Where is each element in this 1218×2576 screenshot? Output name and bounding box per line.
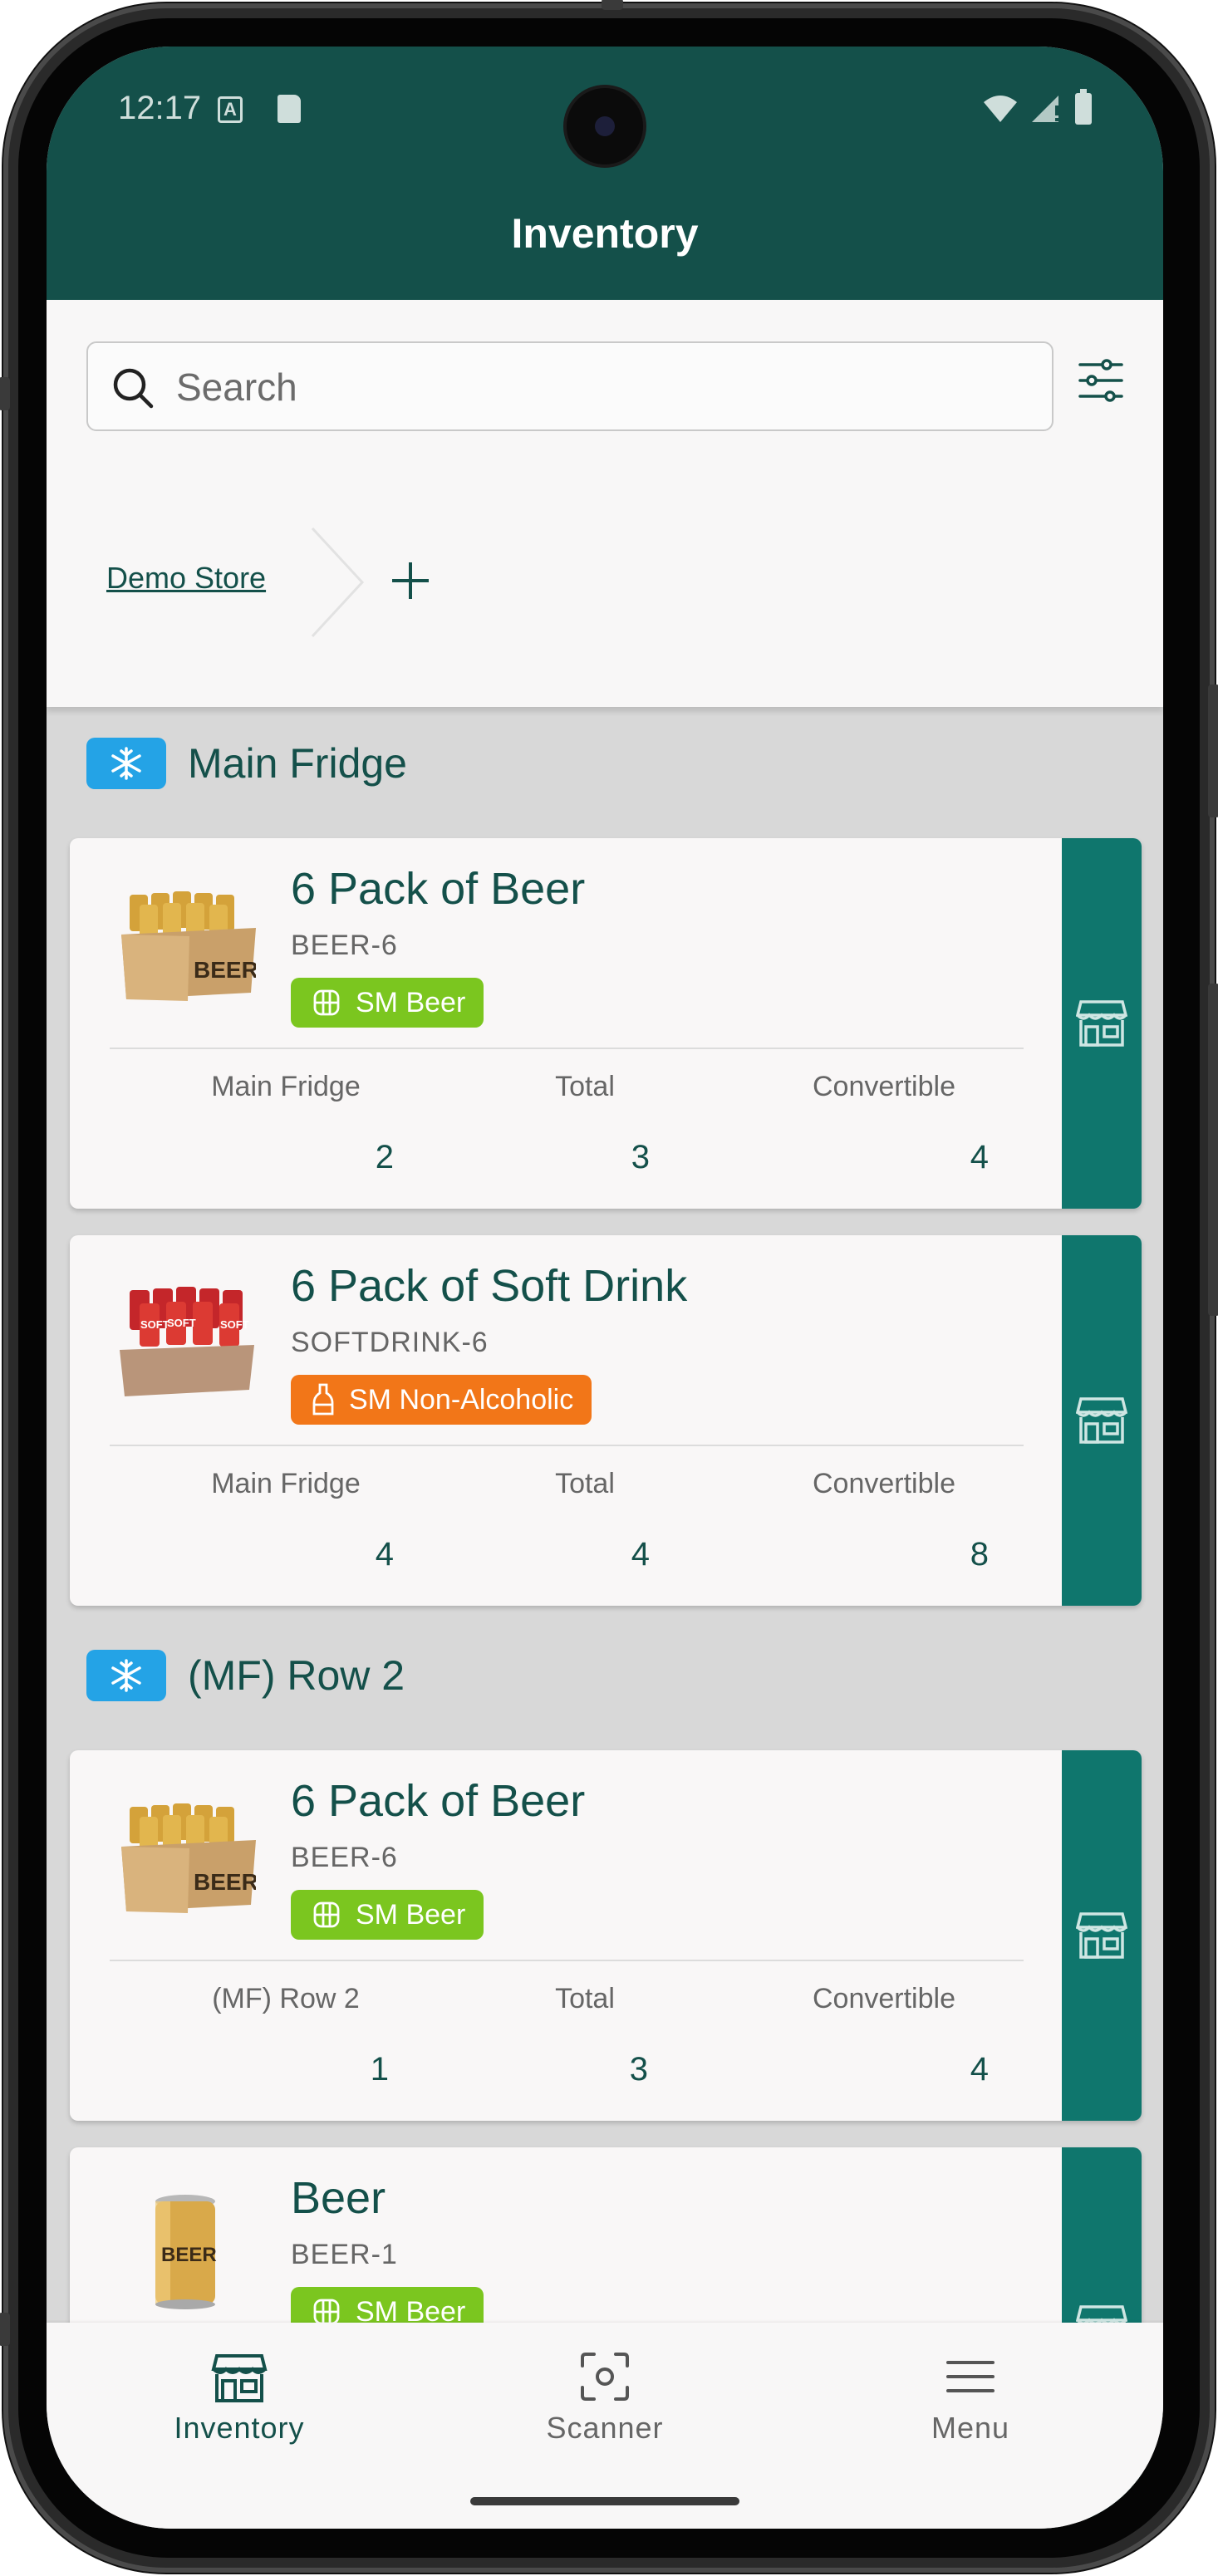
status-time: 12:17 <box>118 90 202 126</box>
stat-value-convertible: 8 <box>970 1536 989 1573</box>
svg-text:BEER: BEER <box>194 957 256 983</box>
a-badge-icon: A <box>218 96 243 123</box>
soft-drink-six-pack-image: SOFTSOFT SOFT <box>120 1287 254 1396</box>
add-location-icon[interactable] <box>387 557 434 604</box>
snowflake-icon <box>86 1650 166 1701</box>
svg-text:SOFT: SOFT <box>167 1317 196 1329</box>
scan-icon <box>581 2353 629 2401</box>
side-button-top <box>0 377 10 410</box>
nav-label: Scanner <box>546 2411 664 2445</box>
stat-label-convertible: Convertible <box>813 1071 955 1102</box>
snowflake-icon <box>86 738 166 789</box>
divider <box>110 1960 1024 1961</box>
globe-icon <box>313 1901 340 1928</box>
stat-value-total: 3 <box>629 2051 648 2088</box>
category-tag: SM Beer <box>291 1890 484 1940</box>
wifi-icon <box>984 96 1017 122</box>
product-name: 6 Pack of Beer <box>291 1776 586 1826</box>
side-button-bottom <box>0 2313 10 2346</box>
breadcrumb-item-demo-store[interactable]: Demo Store <box>106 561 266 596</box>
stat-label-location: Main Fridge <box>211 1468 361 1499</box>
filter-sliders-icon[interactable] <box>1077 356 1125 405</box>
screen: 12:17 A Inventory Demo Store <box>47 47 1163 2529</box>
stat-value-location: 2 <box>375 1139 394 1175</box>
tag-label: SM Non-Alcoholic <box>349 1383 574 1416</box>
category-tag: SM Beer <box>291 978 484 1028</box>
app-header: 12:17 A Inventory <box>47 47 1163 300</box>
section-header-main-fridge: Main Fridge <box>86 734 407 793</box>
section-header-mf-row-2: (MF) Row 2 <box>86 1646 405 1705</box>
svg-text:BEER: BEER <box>194 1869 256 1895</box>
store-icon <box>1076 1912 1127 1959</box>
svg-text:SOFT: SOFT <box>220 1318 249 1331</box>
stat-label-convertible: Convertible <box>813 1983 955 2014</box>
stat-value-convertible: 4 <box>970 1139 989 1175</box>
store-icon <box>211 2354 268 2402</box>
sd-card-icon <box>277 95 301 123</box>
signal-icon <box>1032 96 1058 122</box>
product-sku: BEER-1 <box>291 2239 398 2270</box>
stat-label-convertible: Convertible <box>813 1468 955 1499</box>
svg-text:BEER: BEER <box>161 2244 217 2266</box>
store-icon <box>1076 1000 1127 1047</box>
product-card[interactable]: SOFT SOFT SOFT 6 Pack of Soft Drink SOFTDR… <box>70 1235 1142 1606</box>
bottle-icon <box>312 1383 334 1416</box>
divider <box>110 1048 1024 1049</box>
stat-label-location: (MF) Row 2 <box>212 1983 360 2014</box>
volume-up-button <box>1208 684 1218 817</box>
search-icon <box>113 368 154 409</box>
product-card[interactable]: BEER 6 Pack of Beer BEER-6 SM Beer Main … <box>70 838 1142 1209</box>
nav-item-inventory[interactable]: Inventory <box>115 2348 364 2446</box>
breadcrumb-chevron-icon <box>311 527 365 638</box>
stat-value-total: 3 <box>631 1139 650 1175</box>
nav-label: Menu <box>931 2411 1010 2445</box>
menu-icon <box>946 2361 995 2392</box>
product-name: 6 Pack of Beer <box>291 864 586 914</box>
product-name: Beer <box>291 2173 386 2223</box>
stat-label-total: Total <box>555 1983 615 2014</box>
breadcrumb: Demo Store <box>106 532 266 624</box>
card-store-action[interactable] <box>1062 1235 1142 1606</box>
product-sku: SOFTDRINK-6 <box>291 1327 489 1358</box>
svg-text:SOFT: SOFT <box>140 1318 169 1331</box>
beer-can-image: BEER <box>155 2195 217 2309</box>
tag-label: SM Beer <box>356 1898 466 1931</box>
nav-item-menu[interactable]: Menu <box>846 2348 1095 2446</box>
stat-value-location: 4 <box>375 1536 394 1573</box>
globe-icon <box>313 989 340 1016</box>
page-title: Inventory <box>511 210 699 257</box>
product-sku: BEER-6 <box>291 930 398 961</box>
stat-label-total: Total <box>555 1071 615 1102</box>
stat-label-total: Total <box>555 1468 615 1499</box>
product-name: 6 Pack of Soft Drink <box>291 1261 688 1311</box>
card-store-action[interactable] <box>1062 838 1142 1209</box>
section-title: Main Fridge <box>188 740 407 787</box>
stat-value-convertible: 4 <box>970 2051 989 2088</box>
beer-six-pack-image: BEER <box>121 1803 256 1913</box>
stat-value-location: 1 <box>370 2051 389 2088</box>
nav-item-scanner[interactable]: Scanner <box>480 2348 729 2446</box>
section-title: (MF) Row 2 <box>188 1652 405 1699</box>
product-sku: BEER-6 <box>291 1842 398 1873</box>
product-card[interactable]: BEER 6 Pack of Beer BEER-6 SM Beer (MF) … <box>70 1750 1142 2121</box>
globe-icon <box>313 2299 340 2325</box>
power-button <box>1208 984 1218 1316</box>
store-icon <box>1076 1397 1127 1444</box>
battery-icon <box>1075 89 1092 125</box>
stat-label-location: Main Fridge <box>211 1071 361 1102</box>
front-camera <box>567 88 643 164</box>
beer-six-pack-image: BEER <box>121 891 256 1001</box>
top-button <box>602 0 623 10</box>
search-box[interactable] <box>86 341 1053 431</box>
stat-value-total: 4 <box>631 1536 650 1573</box>
nav-label: Inventory <box>174 2411 305 2445</box>
home-indicator[interactable] <box>470 2497 739 2505</box>
status-icons <box>982 89 1092 125</box>
category-tag: SM Non-Alcoholic <box>291 1375 592 1425</box>
search-panel: Demo Store <box>47 300 1163 707</box>
tag-label: SM Beer <box>356 986 466 1018</box>
divider <box>110 1445 1024 1446</box>
card-store-action[interactable] <box>1062 1750 1142 2121</box>
search-input[interactable] <box>176 358 1007 416</box>
